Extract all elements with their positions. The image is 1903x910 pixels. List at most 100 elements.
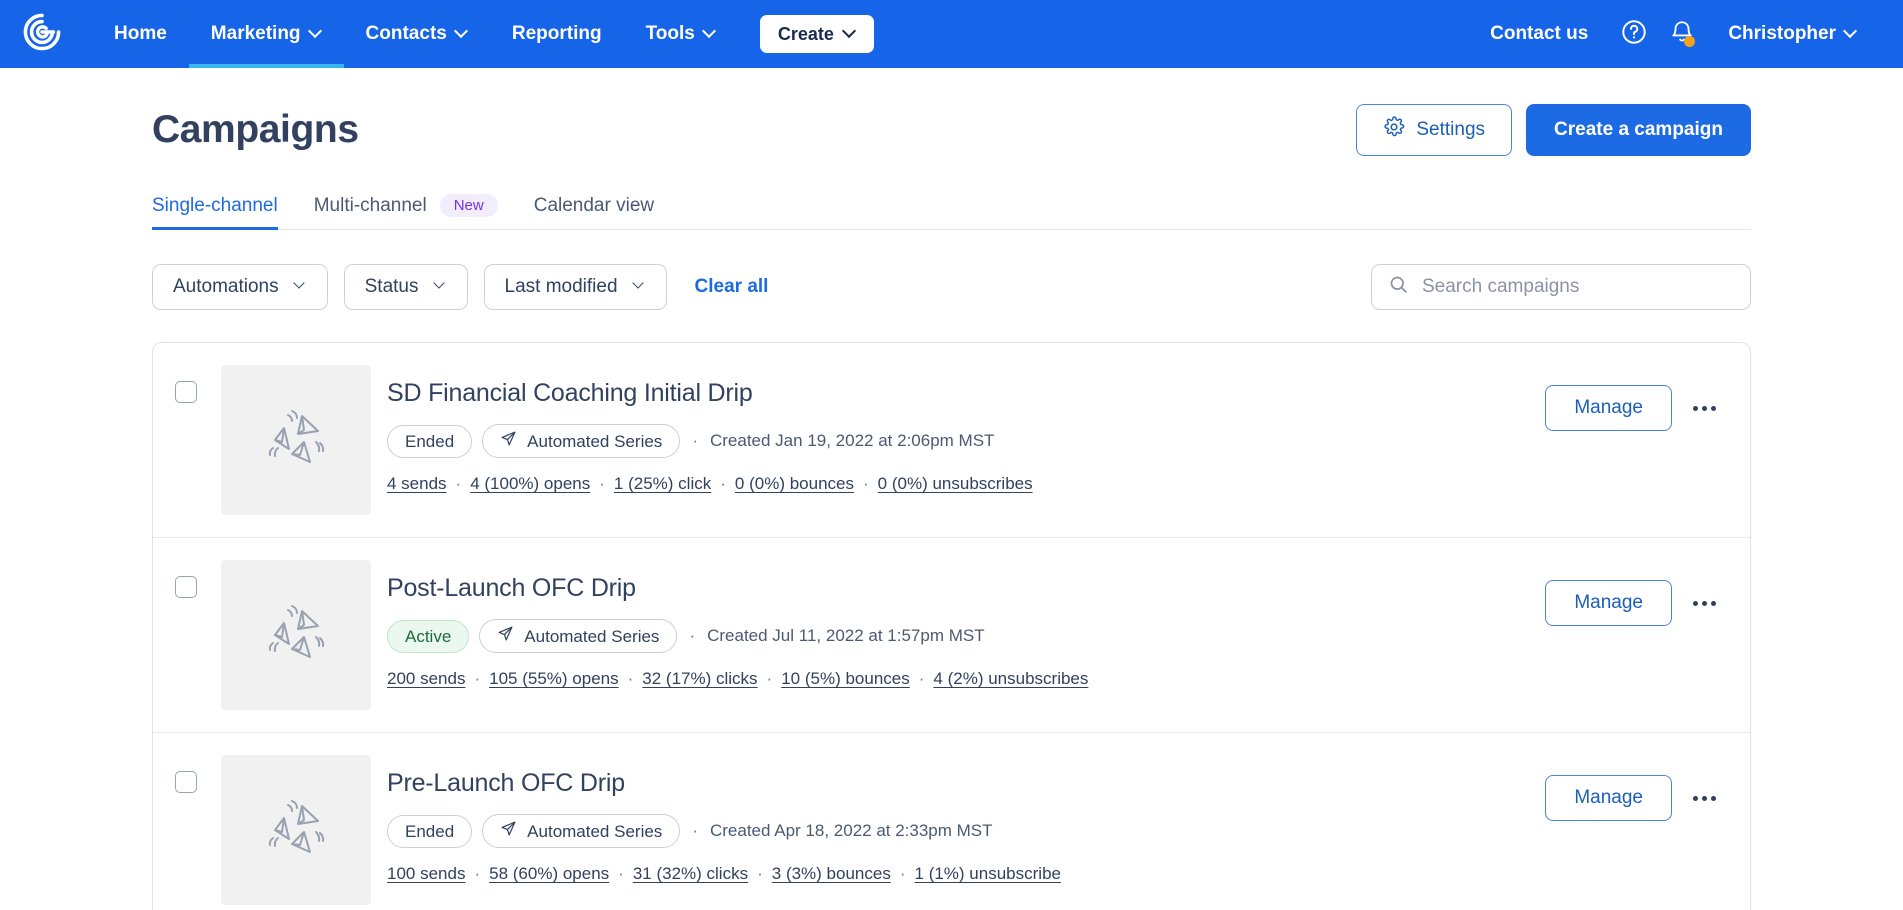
notifications-button[interactable] <box>1658 10 1706 58</box>
stat-bounces[interactable]: 3 (3%) bounces <box>772 864 891 884</box>
manage-button[interactable]: Manage <box>1545 775 1672 821</box>
stat-unsubscribes[interactable]: 4 (2%) unsubscribes <box>933 669 1088 689</box>
stat-bounces[interactable]: 0 (0%) bounces <box>735 474 854 494</box>
stat-opens[interactable]: 58 (60%) opens <box>489 864 609 884</box>
status-badge: Active <box>387 620 469 653</box>
filter-last-modified[interactable]: Last modified <box>484 264 667 310</box>
clear-all-link[interactable]: Clear all <box>695 276 769 298</box>
stat-sends[interactable]: 200 sends <box>387 669 465 689</box>
manage-button[interactable]: Manage <box>1545 385 1672 431</box>
stat-unsubscribes[interactable]: 1 (1%) unsubscribe <box>915 864 1061 884</box>
stat-bounces[interactable]: 10 (5%) bounces <box>781 669 910 689</box>
campaign-type-badge: Automated Series <box>479 619 677 653</box>
nav-right-group: Contact us Christopher <box>1468 0 1903 68</box>
stat-clicks[interactable]: 32 (17%) clicks <box>642 669 757 689</box>
stat-separator: · <box>758 669 782 689</box>
tab-label: Multi-channel <box>314 195 427 217</box>
stat-clicks[interactable]: 31 (32%) clicks <box>633 864 748 884</box>
campaign-meta: Ended Automated Series · Created Apr 18,… <box>387 814 1545 848</box>
nav-item-tools[interactable]: Tools <box>624 0 738 68</box>
row-checkbox[interactable] <box>175 771 197 793</box>
stat-sends[interactable]: 100 sends <box>387 864 465 884</box>
nav-item-contacts[interactable]: Contacts <box>344 0 490 68</box>
tab-multi-channel[interactable]: Multi-channel New <box>314 194 498 229</box>
more-options-icon[interactable] <box>1684 388 1724 428</box>
paper-planes-illustration-icon <box>256 593 336 678</box>
contact-us-link[interactable]: Contact us <box>1468 23 1610 45</box>
create-campaign-button[interactable]: Create a campaign <box>1526 104 1751 156</box>
row-actions: Manage <box>1545 365 1724 431</box>
stat-clicks[interactable]: 1 (25%) click <box>614 474 711 494</box>
stat-separator: · <box>910 669 934 689</box>
table-row: Post-Launch OFC Drip Active Automated Se… <box>153 538 1750 733</box>
filter-automations[interactable]: Automations <box>152 264 328 310</box>
chevron-down-icon <box>704 26 716 38</box>
stat-separator: · <box>711 474 735 494</box>
search-campaigns-box[interactable] <box>1371 264 1751 310</box>
campaign-details: Pre-Launch OFC Drip Ended Automated Seri… <box>387 755 1545 884</box>
page-header: Campaigns Settings Create a campaign <box>152 68 1751 156</box>
contact-us-label: Contact us <box>1490 23 1588 45</box>
user-menu-label: Christopher <box>1728 23 1836 45</box>
app-logo[interactable] <box>22 0 92 68</box>
nav-item-label: Reporting <box>512 23 602 45</box>
nav-item-marketing[interactable]: Marketing <box>189 0 344 68</box>
view-tabs: Single-channel Multi-channel New Calenda… <box>152 194 1751 230</box>
gear-icon <box>1383 116 1405 144</box>
chevron-down-icon <box>310 26 322 38</box>
stat-unsubscribes[interactable]: 0 (0%) unsubscribes <box>878 474 1033 494</box>
chevron-down-icon <box>634 279 646 291</box>
create-button-label: Create <box>778 24 834 45</box>
paper-planes-illustration-icon <box>256 788 336 873</box>
user-menu[interactable]: Christopher <box>1706 23 1879 45</box>
nav-item-reporting[interactable]: Reporting <box>490 0 624 68</box>
stat-sends[interactable]: 4 sends <box>387 474 447 494</box>
search-input[interactable] <box>1422 276 1734 298</box>
campaign-name[interactable]: Post-Launch OFC Drip <box>387 574 1545 603</box>
campaign-type-badge: Automated Series <box>482 814 680 848</box>
constant-contact-logo-icon <box>22 12 62 57</box>
nav-item-home[interactable]: Home <box>92 0 189 68</box>
nav-left-group: Home Marketing Contacts Reporting Tools … <box>0 0 874 68</box>
row-checkbox[interactable] <box>175 381 197 403</box>
meta-separator: · <box>690 821 700 841</box>
filter-status[interactable]: Status <box>344 264 468 310</box>
row-actions: Manage <box>1545 560 1724 626</box>
nav-item-label: Contacts <box>366 23 447 45</box>
campaign-type-badge: Automated Series <box>482 424 680 458</box>
stat-opens[interactable]: 4 (100%) opens <box>470 474 590 494</box>
campaign-stats: 100 sends · 58 (60%) opens · 31 (32%) cl… <box>387 864 1545 884</box>
tab-single-channel[interactable]: Single-channel <box>152 195 278 229</box>
campaign-stats: 4 sends · 4 (100%) opens · 1 (25%) click… <box>387 474 1545 494</box>
settings-button[interactable]: Settings <box>1356 104 1512 156</box>
campaign-name[interactable]: Pre-Launch OFC Drip <box>387 769 1545 798</box>
help-button[interactable] <box>1610 10 1658 58</box>
nav-item-label: Home <box>114 23 167 45</box>
campaign-type-label: Automated Series <box>524 626 659 647</box>
campaign-name[interactable]: SD Financial Coaching Initial Drip <box>387 379 1545 408</box>
paper-plane-icon <box>500 430 517 452</box>
campaign-list: SD Financial Coaching Initial Drip Ended… <box>152 342 1751 910</box>
paper-plane-icon <box>497 625 514 647</box>
meta-separator: · <box>687 626 697 646</box>
settings-button-label: Settings <box>1416 119 1485 141</box>
chevron-down-icon <box>1845 26 1857 38</box>
more-options-icon[interactable] <box>1684 583 1724 623</box>
stat-opens[interactable]: 105 (55%) opens <box>489 669 618 689</box>
status-badge: Ended <box>387 425 472 458</box>
stat-separator: · <box>891 864 915 884</box>
campaign-thumbnail <box>221 365 371 515</box>
manage-button[interactable]: Manage <box>1545 580 1672 626</box>
more-options-icon[interactable] <box>1684 778 1724 818</box>
stat-separator: · <box>609 864 633 884</box>
chevron-down-icon <box>844 26 856 38</box>
page-content: Campaigns Settings Create a campaign Sin… <box>0 68 1903 910</box>
campaign-thumbnail <box>221 755 371 905</box>
row-actions: Manage <box>1545 755 1724 821</box>
create-button[interactable]: Create <box>760 15 874 53</box>
row-checkbox[interactable] <box>175 576 197 598</box>
tab-calendar-view[interactable]: Calendar view <box>534 195 654 229</box>
campaign-details: SD Financial Coaching Initial Drip Ended… <box>387 365 1545 494</box>
stat-separator: · <box>854 474 878 494</box>
campaign-meta: Active Automated Series · Created Jul 11… <box>387 619 1545 653</box>
